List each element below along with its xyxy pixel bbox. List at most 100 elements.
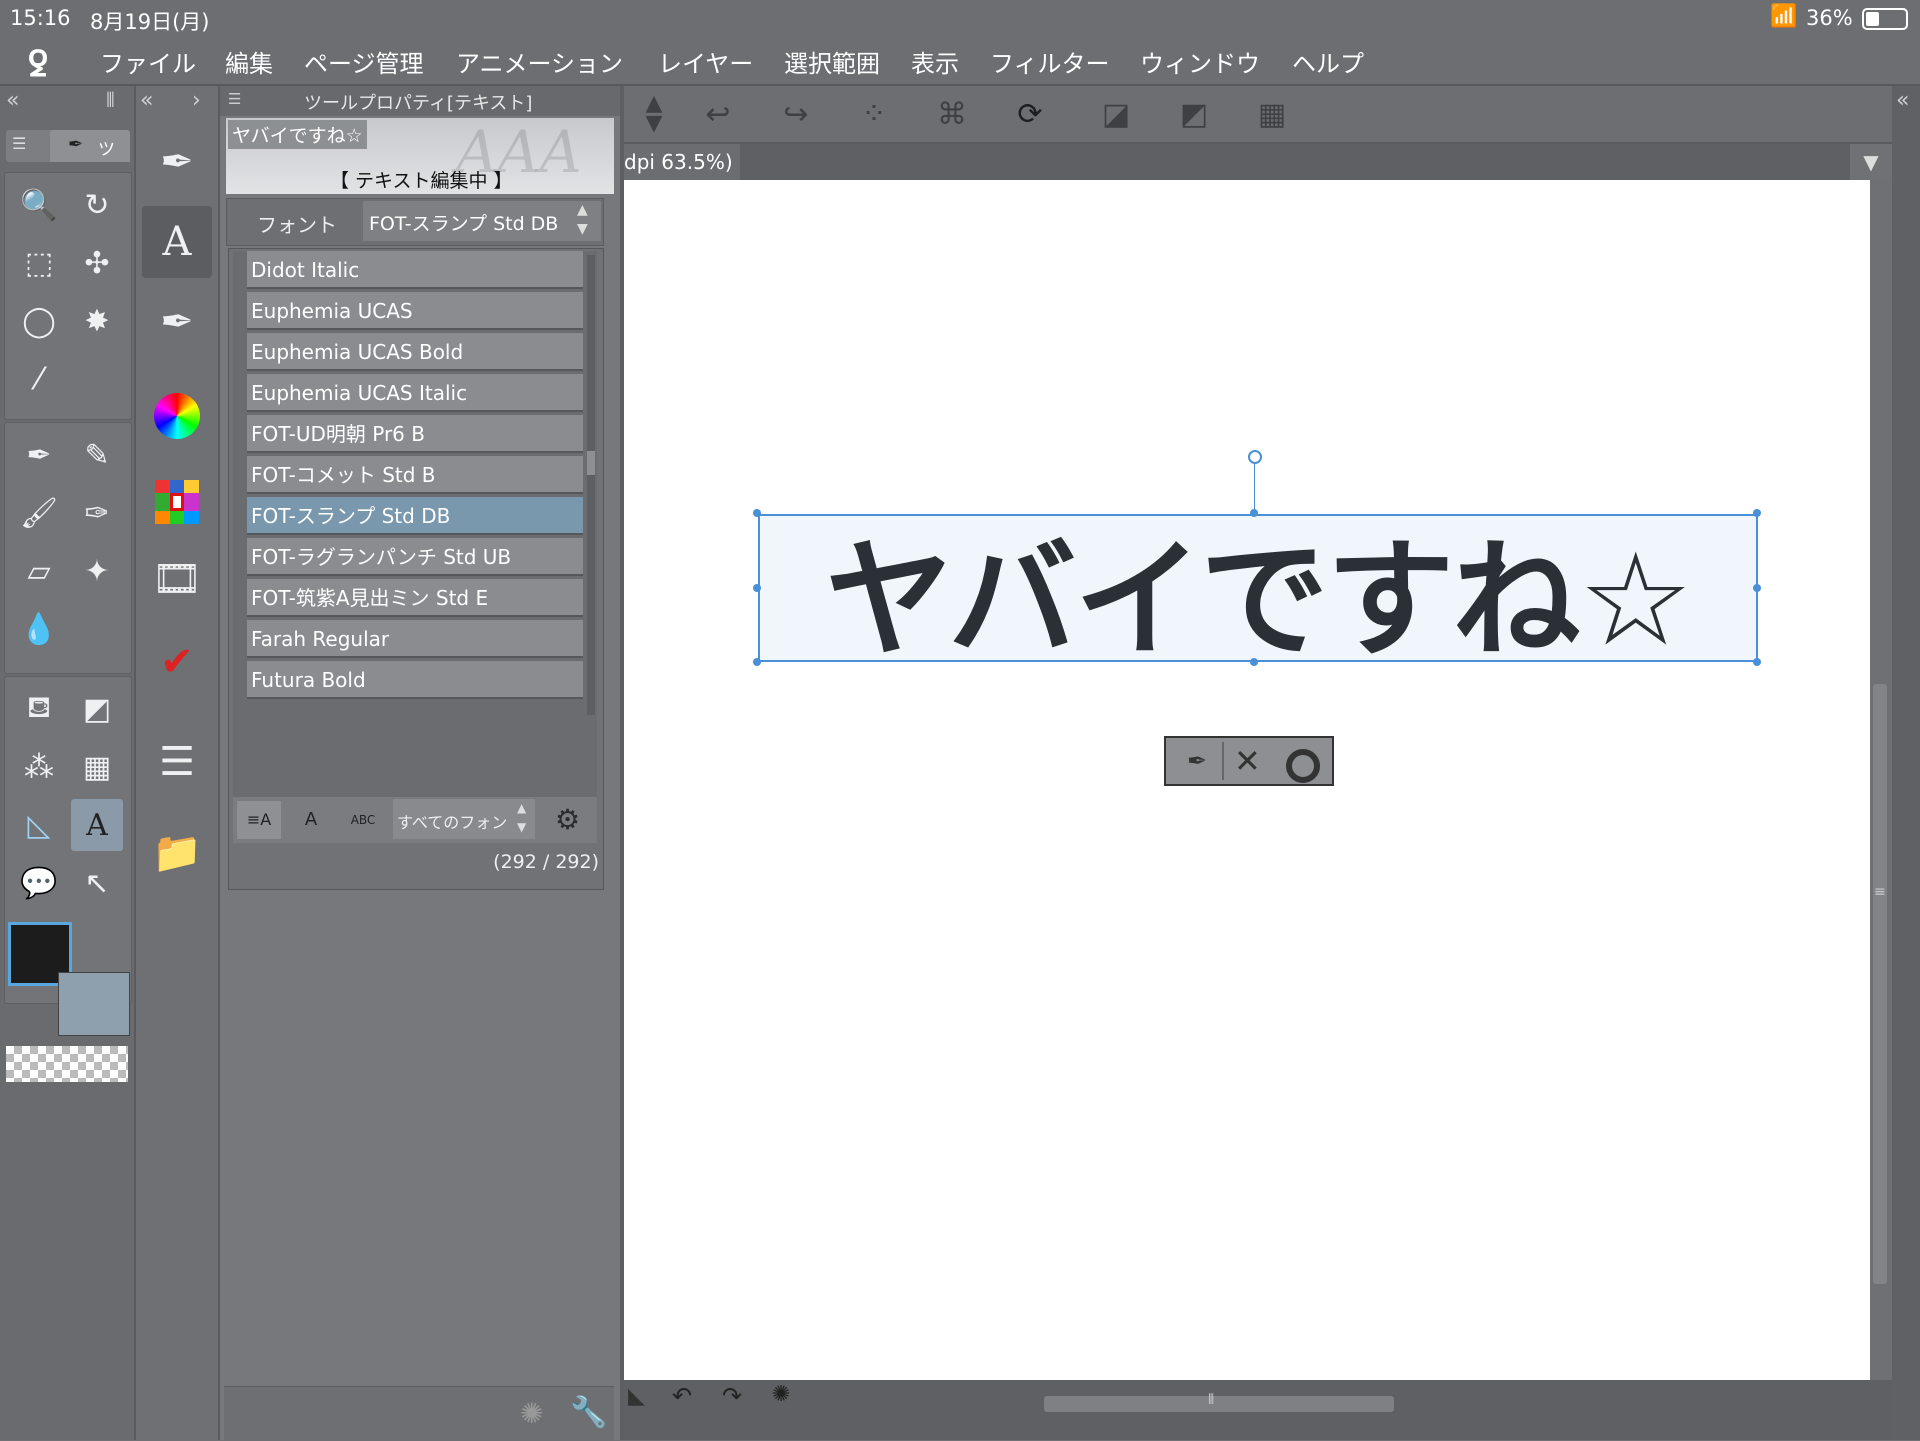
menu-window[interactable]: ウィンドウ	[1140, 44, 1260, 79]
rotation-handle[interactable]	[1248, 450, 1262, 464]
text-settings-pen-icon[interactable]: ✒	[1172, 742, 1224, 780]
color-set-icon[interactable]	[142, 466, 212, 538]
reset-rotation-icon[interactable]: ✺	[772, 1382, 790, 1407]
horizontal-scroll-thumb[interactable]: ⦀	[1044, 1392, 1394, 1412]
rotate-canvas-icon[interactable]: ⟳	[1006, 94, 1054, 134]
font-list-item[interactable]: FOT-コメット Std B	[247, 456, 583, 494]
collapse-left-icon[interactable]: «	[1896, 88, 1909, 113]
menu-selection[interactable]: 選択範囲	[784, 44, 880, 79]
font-list-item[interactable]: Futura Bold	[247, 661, 583, 699]
canvas-text[interactable]: ヤバイですね☆	[825, 496, 1693, 681]
resize-handle[interactable]	[1250, 509, 1258, 517]
toolbox-tab[interactable]: ☰ ✒ ツー	[6, 130, 130, 185]
brush-tool-icon[interactable]: 🖌	[13, 487, 65, 539]
eraser-tool-icon[interactable]: ▱	[13, 545, 65, 597]
menu-filter[interactable]: フィルター	[990, 44, 1110, 79]
resize-handle[interactable]	[753, 509, 761, 517]
blend-tool-icon[interactable]: 💧	[13, 603, 65, 655]
menu-icon[interactable]: ☰	[228, 90, 241, 108]
menu-edit[interactable]: 編集	[225, 44, 273, 79]
font-view-name-icon[interactable]: ≡A	[237, 801, 281, 839]
font-list-item[interactable]: Didot Italic	[247, 251, 583, 289]
font-list-item-selected[interactable]: FOT-スランプ Std DB	[247, 497, 583, 535]
canvas[interactable]: ヤバイですね☆ ✒ ✕	[624, 180, 1870, 1380]
spinner-icon[interactable]: ▲ ▼	[517, 799, 526, 837]
wrench-icon[interactable]: 🔧	[570, 1395, 607, 1430]
redo-icon[interactable]: ↪	[772, 94, 820, 134]
undo-icon[interactable]: ↩	[694, 94, 742, 134]
scroll-up-down-icon[interactable]: ▲ ▼	[630, 93, 678, 135]
pencil-tool-icon[interactable]: ✎	[71, 429, 123, 481]
app-logo-icon[interactable]: ꝿ	[28, 40, 48, 86]
font-view-sample-icon[interactable]: A	[289, 801, 333, 839]
zoom-tool-icon[interactable]: 🔍	[13, 179, 65, 231]
animation-timeline-icon[interactable]: 🎞	[142, 542, 212, 614]
fill-tool-icon[interactable]: ⛾	[13, 683, 65, 735]
chevron-right-icon[interactable]: ›	[192, 88, 201, 113]
rotate-right-icon[interactable]: ↷	[722, 1382, 742, 1410]
collapse-left-icon[interactable]: «	[140, 88, 153, 113]
spinner-icon[interactable]: ▲ ▼	[577, 201, 588, 239]
menu-file[interactable]: ファイル	[100, 44, 196, 79]
frame-tool-icon[interactable]: ▦	[71, 741, 123, 793]
color-wheel-icon[interactable]	[142, 380, 212, 452]
font-list-item[interactable]: Farah Regular	[247, 620, 583, 658]
sub-color-swatch[interactable]	[58, 972, 130, 1036]
clear-selection-icon[interactable]: ◪	[1092, 94, 1140, 134]
collapse-left-icon[interactable]: «	[6, 88, 19, 113]
layer-property-icon[interactable]: ✔	[142, 626, 212, 698]
font-list-item[interactable]: FOT-UD明朝 Pr6 B	[247, 415, 583, 453]
font-list-item[interactable]: Euphemia UCAS	[247, 292, 583, 330]
resize-handle[interactable]	[1753, 509, 1761, 517]
menu-page[interactable]: ページ管理	[304, 44, 424, 79]
tab-list-chevron-icon[interactable]: ▼	[1850, 144, 1892, 180]
layer-palette-icon[interactable]: ☰	[142, 726, 212, 798]
balloon-tool-icon[interactable]: 💬	[13, 857, 65, 909]
gradient-tool-icon[interactable]: ◩	[71, 683, 123, 735]
menu-help[interactable]: ヘルプ	[1292, 44, 1364, 79]
font-list-item[interactable]: FOT-ラグランパンチ Std UB	[247, 538, 583, 576]
menu-animation[interactable]: アニメーション	[456, 44, 623, 79]
correct-line-tool-icon[interactable]: ↖	[71, 857, 123, 909]
transparent-color-swatch[interactable]	[6, 1046, 128, 1082]
text-box[interactable]: ヤバイですね☆	[758, 514, 1758, 675]
material-folder-icon[interactable]: 📁	[142, 816, 212, 888]
ruler-tool-icon[interactable]: ◺	[13, 799, 65, 851]
resize-handle[interactable]	[1250, 658, 1258, 666]
vertical-scrollbar[interactable]: ≡	[1870, 180, 1892, 1380]
tool-property-palette-icon[interactable]: A	[142, 206, 212, 278]
lasso-tool-icon[interactable]: ◯	[13, 295, 65, 347]
scroll-thumb[interactable]	[1873, 684, 1887, 1284]
font-select[interactable]: FOT-スランプ Std DB ▲ ▼	[363, 201, 601, 241]
canvas-tab[interactable]: dpi 63.5%)	[624, 144, 740, 180]
grip-icon[interactable]: ⦀	[106, 88, 115, 112]
brush-size-palette-icon[interactable]: ✒	[142, 286, 212, 358]
resize-handle[interactable]	[753, 658, 761, 666]
rotate-left-icon[interactable]: ↶	[672, 1382, 692, 1410]
font-list-item[interactable]: Euphemia UCAS Italic	[247, 374, 583, 412]
resize-handle[interactable]	[1753, 658, 1761, 666]
deselect-icon[interactable]: ⁘	[850, 94, 898, 134]
font-list-item[interactable]: Euphemia UCAS Bold	[247, 333, 583, 371]
confirm-icon[interactable]	[1286, 749, 1320, 783]
rotate-tool-icon[interactable]: ↻	[71, 179, 123, 231]
figure-tool-icon[interactable]: ⁂	[13, 741, 65, 793]
object-tool-icon[interactable]: ⬚	[13, 237, 65, 289]
font-list[interactable]: Didot Italic Euphemia UCAS Euphemia UCAS…	[233, 251, 597, 797]
menu-layer[interactable]: レイヤー	[658, 44, 753, 79]
resize-handle[interactable]	[1753, 584, 1761, 592]
text-tool-icon[interactable]: A	[71, 799, 123, 851]
transform-icon[interactable]: ⌘	[928, 94, 976, 134]
gear-icon[interactable]: ⚙	[555, 803, 580, 836]
magic-wand-icon[interactable]: ✸	[71, 295, 123, 347]
eyedropper-icon[interactable]: ⁄	[13, 353, 65, 405]
pen-tool-icon[interactable]: ✒	[13, 429, 65, 481]
font-view-abc-icon[interactable]: ABC	[341, 801, 385, 839]
resize-handle[interactable]	[753, 584, 761, 592]
airbrush-tool-icon[interactable]: ✑	[71, 487, 123, 539]
font-filter-select[interactable]: すべてのフォン ▲ ▼	[393, 799, 535, 839]
font-list-item[interactable]: FOT-筑紫A見出ミン Std E	[247, 579, 583, 617]
frame-grid-icon[interactable]: ▦	[1248, 94, 1296, 134]
cancel-icon[interactable]: ✕	[1234, 742, 1261, 780]
decoration-tool-icon[interactable]: ✦	[71, 545, 123, 597]
